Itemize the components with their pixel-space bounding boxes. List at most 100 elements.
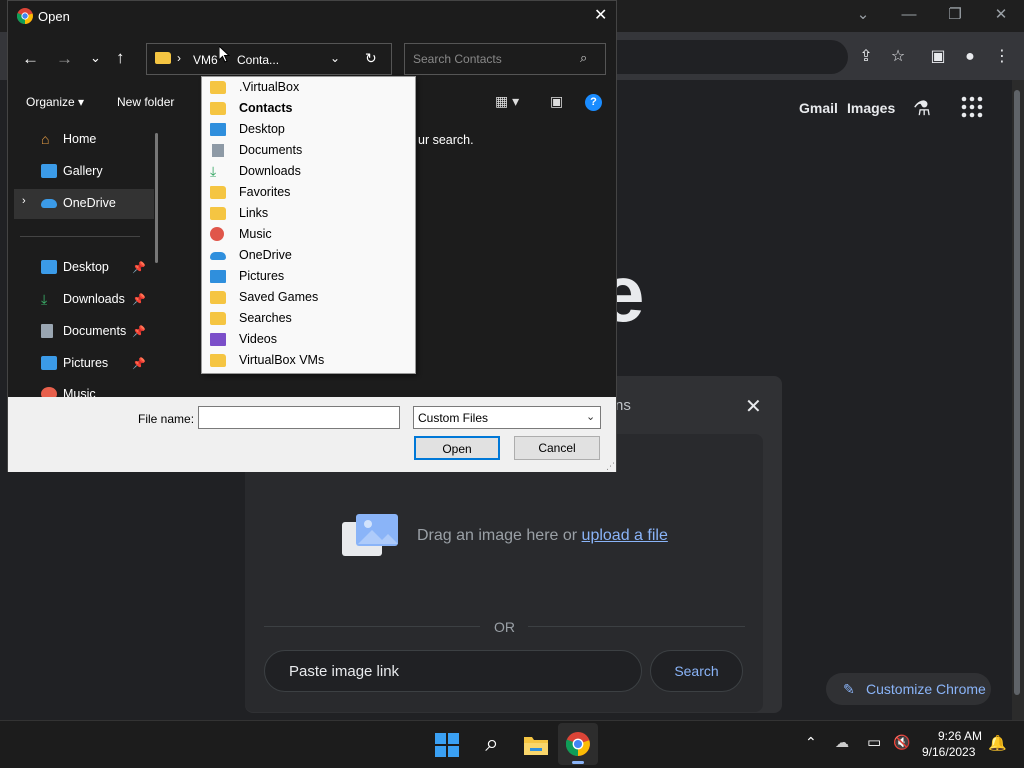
folder-icon	[210, 291, 226, 304]
folder-icon	[210, 207, 226, 220]
file-name-input[interactable]	[198, 406, 400, 429]
omnibox[interactable]	[616, 40, 848, 74]
recent-locations-chevron-icon[interactable]: ⌄	[90, 50, 101, 66]
nav-item-home[interactable]: ⌂ Home	[41, 128, 96, 150]
expand-chevron-icon[interactable]: ›	[22, 195, 26, 207]
nav-divider	[20, 236, 140, 237]
active-app-indicator	[572, 761, 584, 764]
side-panel-icon[interactable]: ▣	[926, 45, 950, 69]
nav-scrollbar[interactable]	[155, 133, 158, 263]
dropdown-item-favorites[interactable]: Favorites	[202, 182, 415, 203]
apps-grid-icon[interactable]	[961, 96, 983, 123]
cancel-button[interactable]: Cancel	[514, 436, 600, 460]
dropdown-item-onedrive[interactable]: OneDrive	[202, 245, 415, 266]
pin-icon[interactable]: 📌	[132, 293, 146, 306]
file-explorer-taskbar-icon[interactable]	[518, 727, 554, 763]
nav-item-documents[interactable]: Documents	[41, 320, 126, 342]
pin-icon[interactable]: 📌	[132, 325, 146, 338]
clock-time[interactable]: 9:26 AM	[934, 729, 982, 743]
dropdown-item-music[interactable]: Music	[202, 224, 415, 245]
videos-icon	[210, 333, 226, 346]
nav-item-gallery[interactable]: Gallery	[41, 160, 103, 182]
dropdown-item-downloads[interactable]: ⤓ Downloads	[202, 161, 415, 182]
file-name-label: File name:	[138, 412, 195, 426]
start-button[interactable]	[429, 727, 465, 763]
breadcrumb-root[interactable]: VM6	[193, 53, 218, 67]
dropdown-item-pictures[interactable]: Pictures	[202, 266, 415, 287]
preview-pane-icon[interactable]: ▣	[550, 93, 563, 110]
dropdown-item-contacts[interactable]: Contacts	[202, 98, 415, 119]
chrome-taskbar-button[interactable]	[558, 723, 598, 765]
back-arrow-icon[interactable]: ←	[22, 49, 39, 69]
network-icon[interactable]: ▭	[867, 733, 881, 751]
lens-close-icon[interactable]: ✕	[745, 394, 762, 419]
nav-item-desktop[interactable]: Desktop	[41, 256, 109, 278]
address-history-chevron-icon[interactable]: ⌄	[330, 51, 340, 65]
documents-icon	[212, 144, 224, 157]
lens-search-button[interactable]: Search	[650, 650, 743, 692]
navigation-pane: ⌂ Home Gallery › OneDrive Desktop 📌 ⤓ Do…	[8, 119, 166, 397]
dropdown-item-desktop[interactable]: Desktop	[202, 119, 415, 140]
minimize-button[interactable]: —	[895, 4, 923, 26]
dialog-close-icon[interactable]: ✕	[594, 5, 607, 25]
notification-bell-icon[interactable]: 🔔	[988, 734, 1007, 752]
images-link[interactable]: Images	[847, 100, 895, 116]
dropdown-item-videos[interactable]: Videos	[202, 329, 415, 350]
dropdown-item-searches[interactable]: Searches	[202, 308, 415, 329]
gmail-link[interactable]: Gmail	[799, 100, 838, 116]
organize-button[interactable]: Organize ▾	[26, 95, 84, 109]
dropdown-item-virtualbox[interactable]: .VirtualBox	[202, 77, 415, 98]
pin-icon[interactable]: 📌	[132, 357, 146, 370]
resize-grip-icon[interactable]: ⋰	[606, 461, 615, 472]
search-taskbar-icon[interactable]: ⌕	[474, 727, 510, 763]
address-bar[interactable]: › VM6 Conta... ⌄ ↻	[146, 43, 392, 75]
onedrive-tray-icon[interactable]: ☁	[835, 734, 849, 751]
mouse-cursor-icon	[218, 44, 231, 68]
upload-file-link[interactable]: upload a file	[582, 527, 668, 544]
breadcrumb-current[interactable]: Conta...	[237, 53, 279, 67]
downloads-icon: ⤓	[210, 163, 217, 179]
pin-icon[interactable]: 📌	[132, 261, 146, 274]
nav-item-pictures[interactable]: Pictures	[41, 352, 108, 374]
clock-date[interactable]: 9/16/2023	[922, 745, 975, 759]
nav-label: Home	[63, 132, 97, 146]
dropdown-item-links[interactable]: Links	[202, 203, 415, 224]
folder-icon	[210, 354, 226, 367]
dropdown-item-virtualbox-vms[interactable]: VirtualBox VMs	[202, 350, 415, 371]
folder-icon	[210, 186, 226, 199]
profile-icon[interactable]: ●	[958, 45, 982, 69]
refresh-icon[interactable]: ↻	[365, 50, 377, 67]
nav-label: Gallery	[63, 164, 103, 178]
dropdown-item-saved-games[interactable]: Saved Games	[202, 287, 415, 308]
dropdown-item-documents[interactable]: Documents	[202, 140, 415, 161]
customize-chrome-button[interactable]: ✎ Customize Chrome	[826, 673, 991, 705]
labs-flask-icon[interactable]: ⚗	[913, 96, 931, 121]
open-button[interactable]: Open	[414, 436, 500, 460]
nav-item-music[interactable]: Music	[41, 383, 96, 397]
menu-kebab-icon[interactable]: ⋮	[990, 45, 1014, 69]
up-arrow-icon[interactable]: ↑	[116, 48, 125, 68]
scrollbar-thumb[interactable]	[1014, 90, 1020, 695]
dropdown-item-label: Videos	[239, 332, 277, 346]
image-placeholder-icon	[340, 512, 400, 558]
restore-button[interactable]: ❐	[941, 4, 969, 26]
nav-item-downloads[interactable]: ⤓ Downloads	[41, 288, 125, 310]
search-contacts-input[interactable]: Search Contacts	[404, 43, 606, 75]
view-options-icon[interactable]: ▦ ▾	[495, 93, 519, 110]
bookmark-star-icon[interactable]: ☆	[886, 45, 910, 69]
pictures-icon	[210, 270, 226, 283]
new-folder-button[interactable]: New folder	[117, 95, 174, 109]
home-icon: ⌂	[41, 131, 50, 147]
paste-image-link-input[interactable]: Paste image link	[264, 650, 642, 692]
file-type-select[interactable]: Custom Files ⌄	[413, 406, 601, 429]
share-icon[interactable]: ⇪	[854, 45, 878, 69]
help-icon[interactable]: ?	[585, 94, 602, 111]
close-window-button[interactable]: ✕	[987, 4, 1015, 26]
forward-arrow-icon[interactable]: →	[56, 49, 73, 69]
show-hidden-icons-chevron-icon[interactable]: ⌃	[805, 734, 817, 751]
nav-item-onedrive[interactable]: OneDrive	[41, 192, 116, 214]
volume-muted-icon[interactable]: 🔇	[893, 734, 910, 751]
dropdown-item-label: Desktop	[239, 122, 285, 136]
dropdown-item-label: Favorites	[239, 185, 291, 199]
tab-search-chevron-icon[interactable]: ⌄	[849, 4, 877, 26]
